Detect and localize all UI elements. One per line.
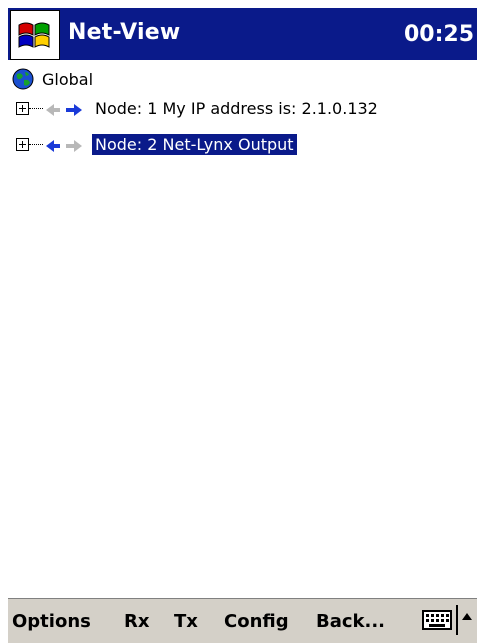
- start-menu-icon[interactable]: [10, 10, 60, 60]
- keyboard-icon[interactable]: [422, 607, 452, 633]
- menu-back[interactable]: Back...: [316, 611, 385, 632]
- tree-connector: [29, 108, 43, 110]
- network-arrows-icon: [44, 137, 84, 155]
- globe-icon: [12, 68, 34, 90]
- menu-rx[interactable]: Rx: [124, 611, 149, 632]
- tree-connector: [29, 144, 43, 146]
- up-arrow-icon[interactable]: [462, 613, 472, 620]
- tree-item-label: Node: 2 Net-Lynx Output: [91, 133, 298, 156]
- network-arrows-icon: [44, 101, 84, 119]
- tree-item-label: Node: 1 My IP address is: 2.1.0.132: [95, 99, 378, 118]
- menu-config[interactable]: Config: [224, 611, 289, 632]
- menu-tx[interactable]: Tx: [174, 611, 198, 632]
- network-tree: Global Node: 1 My IP address is: 2.1.0.1…: [8, 62, 477, 592]
- app-title: Net-View: [68, 20, 181, 45]
- menu-bar: Options Rx Tx Config Back...: [8, 598, 477, 643]
- expand-icon[interactable]: [16, 138, 29, 151]
- title-bar: Net-View 00:25: [8, 8, 477, 60]
- tree-item-label: Global: [42, 70, 94, 89]
- clock[interactable]: 00:25: [404, 22, 474, 47]
- expand-icon[interactable]: [16, 102, 29, 115]
- separator: [456, 605, 458, 635]
- menu-options[interactable]: Options: [12, 611, 91, 632]
